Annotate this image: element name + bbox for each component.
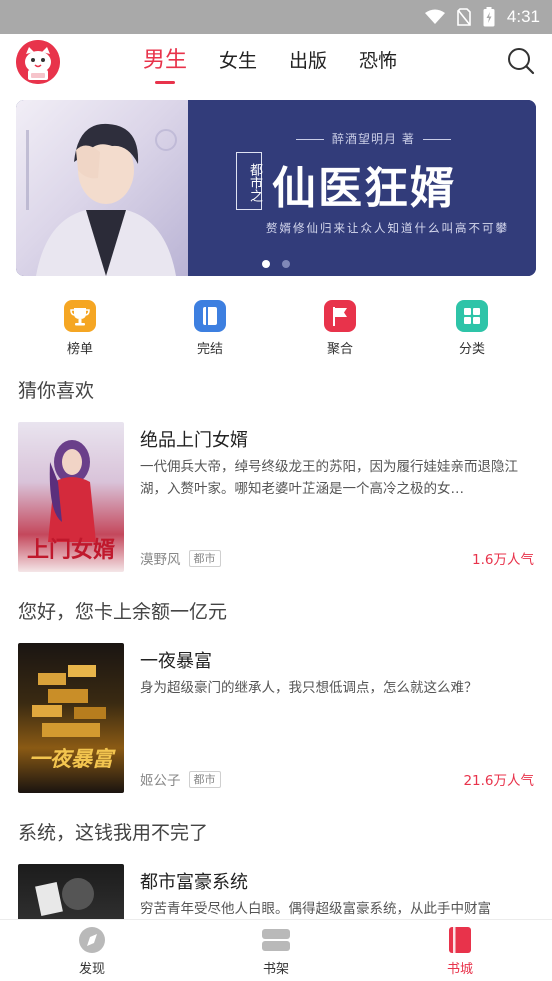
search-button[interactable]: [506, 46, 536, 76]
search-icon: [508, 48, 535, 75]
banner-author: 醉酒望明月 著: [288, 130, 459, 147]
book-popularity: 1.6万人气: [472, 552, 534, 568]
battery-charging-icon: [483, 7, 495, 27]
section-title: 系统，这钱我用不完了: [18, 822, 209, 844]
quick-link-categories[interactable]: 分类: [432, 300, 512, 357]
book-cover: 一夜暴富: [18, 643, 124, 793]
banner-subtitle: 赘婿修仙归来让众人知道什么叫高不可攀: [266, 221, 509, 235]
pagination-dot[interactable]: [282, 260, 290, 268]
bottom-nav: 发现 书架 书城: [0, 919, 552, 981]
nav-discover[interactable]: 发现: [47, 926, 137, 977]
book-description: 穷苦青年受尽他人白眼。偶得超级富豪系统，从此手中财富: [140, 901, 491, 917]
nav-bookshelf[interactable]: 书架: [231, 926, 321, 977]
grid-icon: [456, 300, 488, 332]
nav-label: 发现: [78, 962, 105, 977]
book-meta: 姬公子 都市: [140, 769, 221, 789]
book-cover: 上门女婿: [18, 422, 124, 572]
book-popularity: 21.6万人气: [463, 773, 534, 789]
nav-tabs: 男生 女生 出版 恐怖: [143, 44, 397, 84]
quick-link-rankings[interactable]: 榜单: [40, 300, 120, 357]
book-card[interactable]: 都市富豪系统 穷苦青年受尽他人白眼。偶得超级富豪系统，从此手中财富: [18, 864, 536, 919]
bookstore-icon: [445, 926, 475, 954]
compass-icon: [77, 926, 107, 954]
section-title: 猜你喜欢: [18, 380, 95, 402]
book-card[interactable]: 上门女婿 绝品上门女婿 一代佣兵大帝，绰号终级龙王的苏阳，因为履行娃娃亲而退隐江…: [18, 422, 536, 572]
quick-link-aggregate[interactable]: 聚合: [300, 300, 380, 357]
book-icon: [194, 300, 226, 332]
book-author: 姬公子: [140, 773, 181, 789]
quick-link-label: 完结: [196, 342, 223, 357]
avatar[interactable]: [16, 40, 60, 84]
book-title: 一夜暴富: [140, 651, 212, 672]
tab-female[interactable]: 女生: [219, 44, 257, 78]
quick-links: 榜单 完结 聚合 分类: [0, 300, 552, 360]
promo-banner[interactable]: 醉酒望明月 著 都市之 仙医狂婿 赘婿修仙归来让众人知道什么叫高不可攀: [16, 100, 536, 276]
quick-link-completed[interactable]: 完结: [170, 300, 250, 357]
character-illustration: [26, 123, 177, 276]
banner-character-art: [16, 100, 192, 276]
book-meta: 漠野风 都市: [140, 548, 221, 568]
banner-title-prefix: 都市之: [236, 152, 262, 210]
flag-icon: [324, 300, 356, 332]
book-author: 漠野风: [140, 552, 181, 568]
wifi-icon: [424, 9, 445, 24]
top-nav: 男生 女生 出版 恐怖: [0, 34, 552, 92]
tab-horror[interactable]: 恐怖: [359, 44, 397, 78]
tab-male[interactable]: 男生: [143, 44, 187, 84]
cover-title: 上门女婿: [26, 537, 115, 563]
banner-text-panel: 醉酒望明月 著 都市之 仙医狂婿 赘婿修仙归来让众人知道什么叫高不可攀: [188, 100, 536, 276]
book-description: 身为超级豪门的继承人，我只想低调点，怎么就这么难？: [140, 680, 478, 696]
book-card[interactable]: 一夜暴富 一夜暴富 身为超级豪门的继承人，我只想低调点，怎么就这么难？ 姬公子 …: [18, 643, 536, 793]
nav-bookstore[interactable]: 书城: [415, 926, 505, 977]
status-icons: 4:31: [424, 6, 540, 28]
trophy-icon: [64, 300, 96, 332]
status-bar: 4:31: [0, 0, 552, 34]
book-title: 绝品上门女婿: [140, 430, 248, 451]
book-cover: [18, 864, 124, 919]
status-time: 4:31: [506, 7, 540, 26]
quick-link-label: 分类: [458, 342, 485, 357]
book-tag: 都市: [188, 549, 221, 567]
section-title: 您好，您卡上余额一亿元: [18, 601, 228, 623]
cover-title: 一夜暴富: [29, 747, 113, 771]
bookshelf-icon: [261, 926, 291, 954]
book-title: 都市富豪系统: [140, 872, 248, 893]
nav-label: 书城: [446, 962, 473, 977]
nav-label: 书架: [262, 962, 289, 977]
quick-link-label: 聚合: [326, 342, 353, 357]
quick-link-label: 榜单: [66, 342, 93, 357]
pagination-dot[interactable]: [262, 260, 270, 268]
book-description: 一代佣兵大帝，绰号终级龙王的苏阳，因为履行娃娃亲而退隐江湖，入赘叶家。哪知老婆叶…: [140, 459, 518, 497]
book-tag: 都市: [188, 770, 221, 788]
cat-logo-icon: [16, 40, 60, 84]
no-sim-icon: [457, 8, 471, 26]
banner-pagination: [16, 260, 536, 268]
cover-illustration: [35, 878, 94, 916]
tab-published[interactable]: 出版: [289, 44, 327, 78]
banner-title: 仙医狂婿: [272, 163, 456, 214]
